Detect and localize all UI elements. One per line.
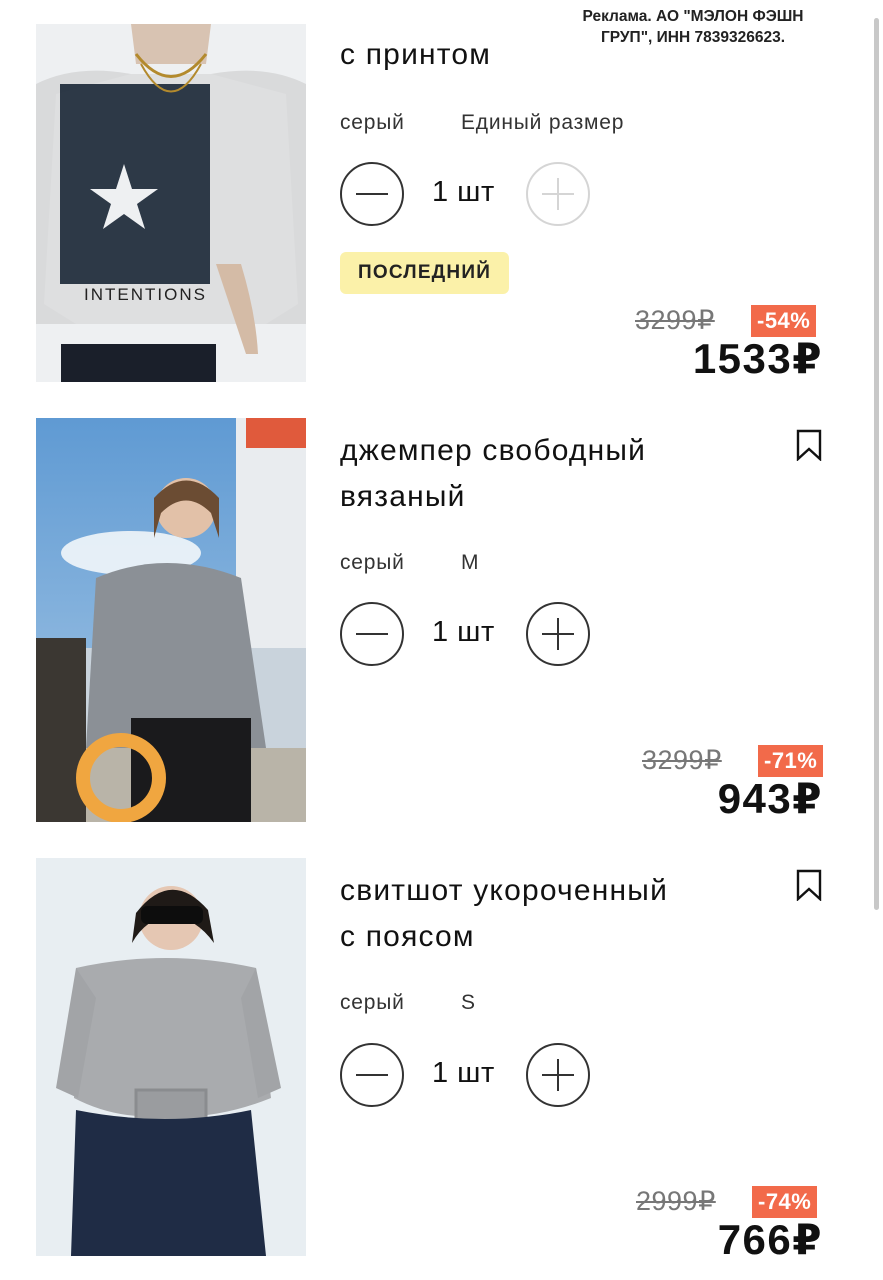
bookmark-icon[interactable] [796, 429, 822, 461]
bookmark-icon[interactable] [796, 869, 822, 901]
minus-icon [356, 1074, 388, 1076]
product-color: серый [340, 551, 405, 574]
quantity-value: 1 шт [432, 176, 495, 208]
product-size: Единый размер [461, 111, 625, 134]
discount-badge: -54% [751, 305, 817, 337]
current-price: 766₽ [717, 1216, 823, 1263]
product-attributes: серый Единый размер [340, 111, 623, 135]
product-title[interactable]: с принтом [340, 32, 740, 78]
old-price: 2999₽ [636, 1186, 716, 1216]
quantity-value: 1 шт [432, 616, 495, 648]
product-size: M [461, 551, 480, 574]
product-color: серый [340, 111, 405, 134]
quantity-value: 1 шт [432, 1057, 495, 1089]
ad-disclaimer-line1: Реклама. АО "МЭЛОН ФЭШН [582, 8, 804, 25]
plus-icon [542, 178, 574, 210]
increase-quantity-button[interactable] [526, 1043, 590, 1107]
product-title-line2: вязаный [340, 480, 466, 513]
current-price: 1533₽ [692, 335, 823, 382]
product-attributes: серый M [340, 551, 478, 575]
plus-icon [542, 618, 574, 650]
discount-badge: -74% [752, 1186, 818, 1218]
product-title-line1: свитшот укороченный [340, 874, 669, 907]
old-price: 3299₽ [642, 745, 722, 775]
increase-quantity-button[interactable] [526, 602, 590, 666]
product-title[interactable]: свитшот укороченный с поясом [340, 868, 740, 960]
increase-quantity-button[interactable] [526, 162, 590, 226]
old-price: 3299₽ [635, 305, 715, 335]
product-size: S [461, 991, 476, 1014]
decrease-quantity-button[interactable] [340, 1043, 404, 1107]
product-photo[interactable] [36, 418, 306, 822]
quantity-stepper: 1 шт [340, 602, 600, 670]
product-title-line1: джемпер свободный [340, 434, 647, 467]
quantity-stepper: 1 шт [340, 162, 600, 230]
product-title-line2: с поясом [340, 920, 475, 953]
decrease-quantity-button[interactable] [340, 602, 404, 666]
current-price: 943₽ [717, 775, 823, 822]
scrollbar[interactable] [874, 18, 879, 910]
product-photo[interactable]: INTENTIONS [36, 24, 306, 382]
minus-icon [356, 633, 388, 635]
discount-badge: -71% [758, 745, 824, 777]
product-attributes: серый S [340, 991, 475, 1015]
product-title[interactable]: джемпер свободный вязаный [340, 428, 740, 520]
product-title-line1: с принтом [340, 38, 492, 71]
last-item-badge: ПОСЛЕДНИЙ [340, 252, 510, 294]
minus-icon [356, 193, 388, 195]
svg-text:INTENTIONS: INTENTIONS [84, 285, 207, 304]
product-photo[interactable] [36, 858, 306, 1256]
decrease-quantity-button[interactable] [340, 162, 404, 226]
plus-icon [542, 1059, 574, 1091]
quantity-stepper: 1 шт [340, 1043, 600, 1111]
product-color: серый [340, 991, 405, 1014]
